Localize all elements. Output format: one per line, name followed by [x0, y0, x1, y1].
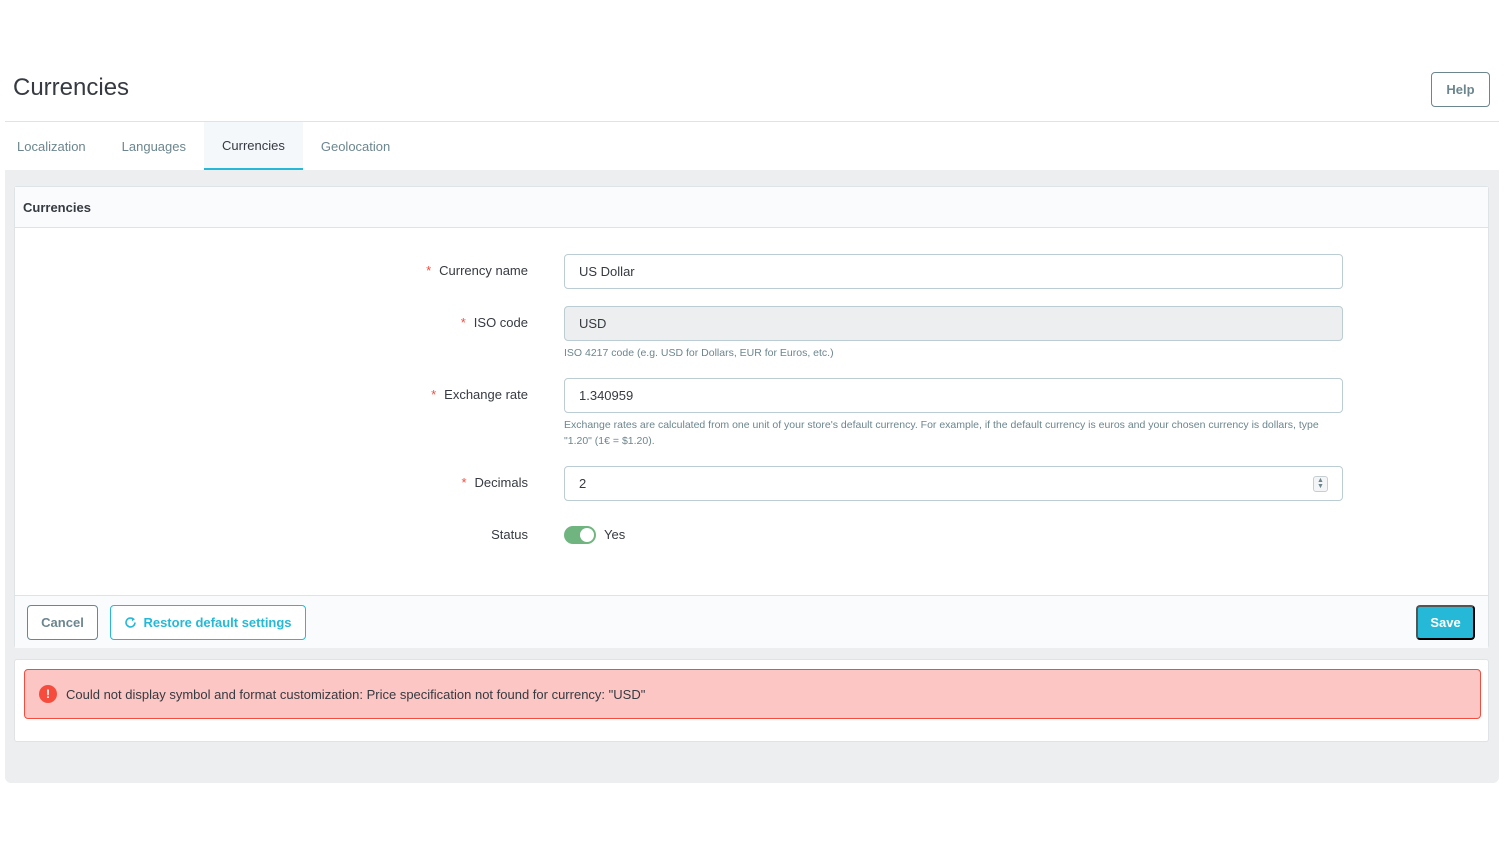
required-mark: *	[431, 387, 437, 402]
required-mark: *	[461, 475, 467, 490]
restore-default-label: Restore default settings	[143, 615, 292, 630]
tab-localization[interactable]: Localization	[5, 122, 104, 170]
required-mark: *	[426, 263, 432, 278]
currency-name-input[interactable]: US Dollar	[564, 254, 1343, 289]
exchange-rate-input[interactable]: 1.340959	[564, 378, 1343, 413]
restore-default-button[interactable]: Restore default settings	[110, 605, 306, 640]
refresh-icon	[125, 617, 137, 628]
card-footer: Cancel Restore default settings Save	[15, 595, 1488, 648]
cancel-button[interactable]: Cancel	[27, 605, 98, 640]
alert-card: ! Could not display symbol and format cu…	[14, 659, 1489, 742]
status-value-label: Yes	[604, 527, 626, 542]
save-button[interactable]: Save	[1416, 605, 1475, 640]
iso-code-label: * ISO code	[460, 315, 528, 330]
error-alert: ! Could not display symbol and format cu…	[24, 669, 1481, 719]
required-mark: *	[460, 315, 466, 330]
currency-form-card: Currencies * Currency name US Dollar * ISO…	[14, 186, 1489, 648]
tab-currencies[interactable]: Currencies	[204, 122, 303, 170]
number-spinner[interactable]: ▲ ▼	[1313, 476, 1328, 492]
chevron-down-icon[interactable]: ▼	[1317, 483, 1324, 490]
tab-bar: Localization Languages Currencies Geoloc…	[5, 122, 408, 170]
toggle-knob	[580, 528, 594, 542]
tab-languages[interactable]: Languages	[104, 122, 204, 170]
page-title: Currencies	[13, 74, 130, 101]
decimals-input[interactable]: 2 ▲ ▼	[564, 466, 1343, 501]
exchange-rate-hint: Exchange rates are calculated from one u…	[564, 419, 1319, 447]
status-toggle[interactable]	[564, 526, 596, 544]
currency-name-label: * Currency name	[426, 263, 528, 278]
status-label: Status	[491, 527, 528, 542]
iso-code-input: USD	[564, 306, 1343, 341]
error-icon: !	[39, 685, 57, 703]
card-title: Currencies	[15, 187, 1488, 228]
decimals-value: 2	[579, 476, 587, 491]
help-button[interactable]: Help	[1431, 72, 1490, 107]
tab-geolocation[interactable]: Geolocation	[303, 122, 408, 170]
exchange-rate-label: * Exchange rate	[431, 387, 528, 402]
iso-code-hint: ISO 4217 code (e.g. USD for Dollars, EUR…	[564, 347, 834, 359]
decimals-label: * Decimals	[461, 475, 528, 490]
error-message: Could not display symbol and format cust…	[66, 686, 646, 702]
